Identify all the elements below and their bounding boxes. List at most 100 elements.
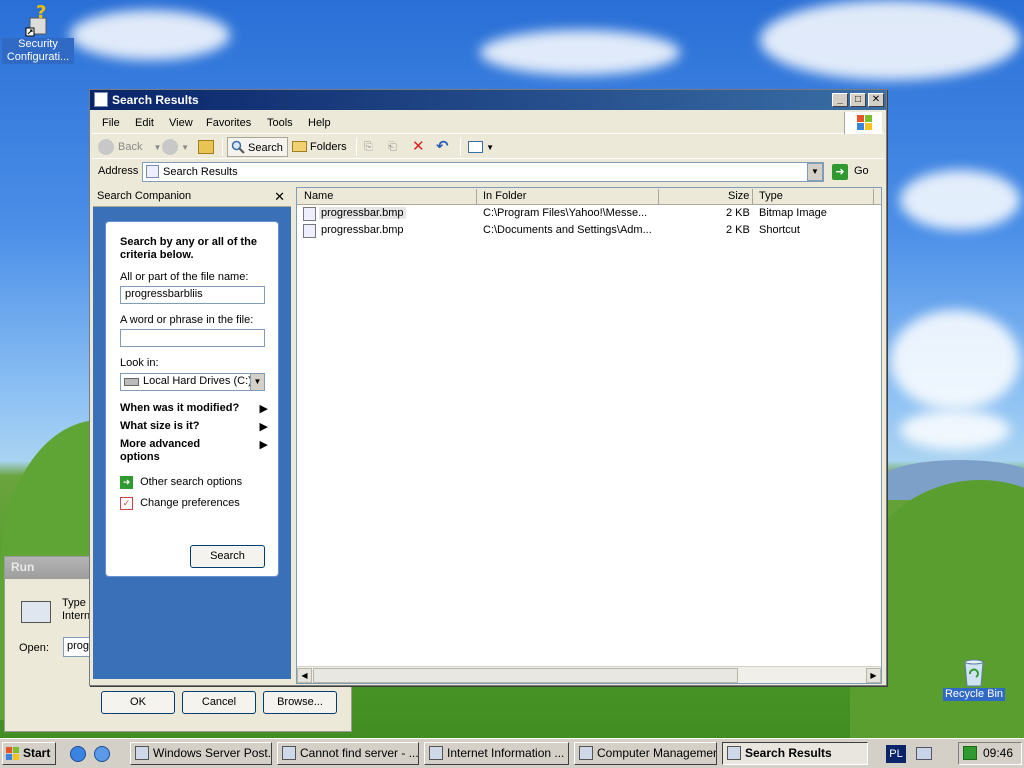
desktop-icon-recycle-bin[interactable]: Recycle Bin [938,656,1010,701]
menu-favorites[interactable]: Favorites [206,117,251,129]
change-preferences-label: Change preferences [140,497,240,510]
move-to-button[interactable]: ⎘ [364,137,373,157]
back-arrow-icon [98,139,114,155]
run-open-value: prog [67,640,90,652]
task-windows-server[interactable]: Windows Server Post... [130,742,272,765]
horizontal-scrollbar[interactable]: ◀ ▶ [297,666,881,683]
hard-drive-icon [124,378,139,386]
size-toggle[interactable]: What size is it? ▶ [120,420,268,433]
back-button[interactable]: Back ▼ [98,137,161,157]
title-bar[interactable]: Search Results _ □ ✕ [90,90,886,110]
task-cannot-find-server[interactable]: Cannot find server - ... [277,742,419,765]
start-label: Start [23,746,51,760]
move-to-icon: ⎘ [364,141,373,153]
tray-keyboard-icon[interactable] [916,747,932,760]
file-type: Shortcut [759,224,800,236]
language-indicator[interactable]: PL [886,745,906,763]
forward-arrow-icon [162,139,178,156]
advanced-options-label: More advanced options [120,438,201,463]
task-label: Computer Management [597,746,717,760]
look-in-value: Local Hard Drives (C:) [143,375,252,387]
desktop-icon-label: Recycle Bin [942,688,1006,701]
close-button[interactable]: ✕ [868,93,884,107]
file-folder: C:\Program Files\Yahoo!\Messe... [483,207,648,219]
delete-button[interactable]: ✕ [412,137,425,157]
svg-text:?: ? [36,4,46,23]
scrollbar-thumb[interactable] [313,668,738,683]
run-open-label: Open: [19,642,49,654]
preferences-icon: ✓ [120,497,133,510]
go-button[interactable]: ➜ Go [830,162,880,182]
toolbar: Back ▼ ▼ Search Folders ⎘ ⎗ ✕ ↶ ▼ [92,135,884,159]
copy-to-icon: ⎗ [388,141,397,153]
window-icon [94,92,108,107]
task-ie-icon [282,746,296,760]
search-companion-pane: Search Companion ✕ Search by any or all … [93,187,291,679]
table-row[interactable]: progressbar.bmp C:\Program Files\Yahoo!\… [297,206,881,222]
menu-bar: File Edit View Favorites Tools Help [92,112,884,134]
menu-file[interactable]: File [102,117,120,129]
phrase-input[interactable] [120,329,265,347]
other-search-options-label: Other search options [140,476,243,489]
shortcut-file-icon [303,224,316,238]
minimize-button[interactable]: _ [832,93,848,107]
file-name-value: progressbarbliis [125,288,203,300]
windows-logo-icon [6,747,20,761]
expand-arrow-icon: ▶ [259,439,268,451]
desktop-icon-security-config[interactable]: ? Security Configurati... [2,2,74,64]
table-row[interactable]: progressbar.bmp C:\Documents and Setting… [297,223,881,239]
task-search-icon [727,746,741,760]
quicklaunch-ie2-icon[interactable] [94,746,110,762]
address-value: Search Results [163,166,238,178]
column-size[interactable]: Size [728,190,749,202]
look-in-select[interactable]: Local Hard Drives (C:) ▼ [120,373,265,391]
maximize-button[interactable]: □ [850,93,866,107]
task-internet-information[interactable]: Internet Information ... [424,742,569,765]
views-icon [468,141,483,154]
tray-network-icon[interactable] [963,746,977,760]
task-window-icon [135,746,149,760]
look-in-dropdown-icon[interactable]: ▼ [250,374,264,390]
menu-edit[interactable]: Edit [135,117,154,129]
folders-button[interactable]: Folders [292,137,347,157]
when-modified-toggle[interactable]: When was it modified? ▶ [120,402,268,415]
run-ok-button[interactable]: OK [101,691,175,714]
search-submit-button[interactable]: Search [190,545,265,568]
task-search-results[interactable]: Search Results [722,742,868,765]
security-config-icon: ? [22,2,54,38]
column-in-folder[interactable]: In Folder [483,190,526,202]
when-modified-label: When was it modified? [120,402,240,414]
column-name[interactable]: Name [304,190,333,202]
task-computer-management[interactable]: Computer Management [574,742,717,765]
task-label: Internet Information ... [447,746,565,760]
scroll-left-icon[interactable]: ◀ [297,668,312,683]
address-dropdown-button[interactable]: ▼ [807,163,823,181]
address-search-icon [146,165,159,178]
undo-icon: ↶ [436,138,449,155]
start-button[interactable]: Start [2,742,56,765]
results-header: Name In Folder Size Type [297,188,881,205]
up-folder-button[interactable] [198,137,214,157]
views-button[interactable]: ▼ [468,137,494,157]
advanced-options-toggle[interactable]: More advanced options ▶ [120,438,268,464]
quicklaunch-ie-icon[interactable] [70,746,86,762]
other-search-options-link[interactable]: ➜ Other search options [120,476,242,489]
menu-view[interactable]: View [169,117,193,129]
scroll-right-icon[interactable]: ▶ [866,668,881,683]
file-name-input[interactable]: progressbarbliis [120,286,265,304]
column-type[interactable]: Type [759,190,783,202]
forward-button[interactable]: ▼ [162,137,189,157]
pane-close-icon[interactable]: ✕ [274,189,285,205]
run-browse-button[interactable]: Browse... [263,691,337,714]
undo-button[interactable]: ↶ [436,137,449,157]
copy-to-button[interactable]: ⎗ [388,137,397,157]
delete-icon: ✕ [412,138,425,155]
run-cancel-button[interactable]: Cancel [182,691,256,714]
menu-tools[interactable]: Tools [267,117,293,129]
look-in-label: Look in: [120,357,159,369]
change-preferences-link[interactable]: ✓ Change preferences [120,497,240,510]
menu-help[interactable]: Help [308,117,331,129]
run-type-text: Type [62,597,86,609]
search-button[interactable]: Search [227,137,288,157]
address-field[interactable]: Search Results ▼ [142,162,824,182]
